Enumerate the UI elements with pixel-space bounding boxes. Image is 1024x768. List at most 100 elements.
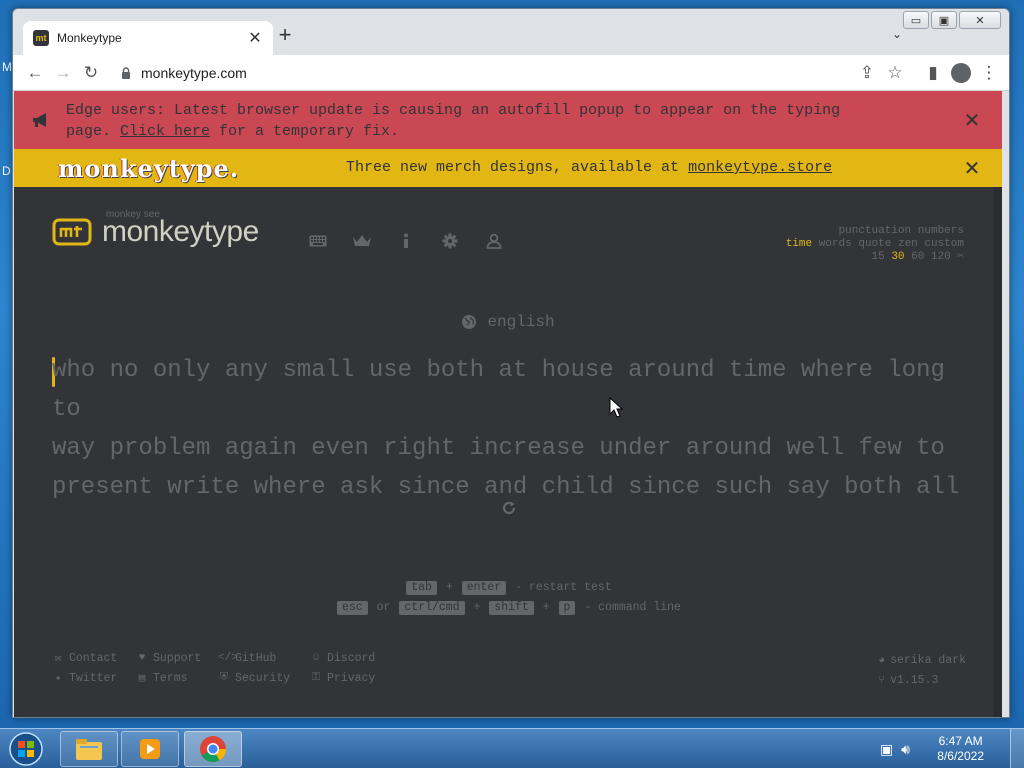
restart-hint: tab + enter - restart test [14, 581, 1002, 595]
key-p: p [558, 601, 576, 615]
merch-store-link[interactable]: monkeytype.store [688, 159, 832, 176]
maximize-button[interactable]: ▣ [931, 11, 957, 29]
temporary-fix-link[interactable]: Click here [120, 123, 210, 140]
footer-privacy[interactable]: ⚿ Privacy [310, 671, 390, 685]
lock-icon [122, 66, 130, 79]
merch-text: Three new merch designs, available at mo… [346, 159, 833, 176]
browser-toolbar: ← → ↻ monkeytype.com ⇪ ☆ ▮ ⋮ [13, 55, 1009, 91]
chrome-icon [200, 736, 227, 763]
user-icon[interactable] [484, 231, 504, 251]
start-button[interactable] [6, 731, 46, 767]
crown-icon[interactable] [352, 231, 372, 251]
merch-banner: monkeytype. Three new merch designs, ava… [14, 149, 1002, 187]
monkeytype-page: Edge users: Latest browser update is cau… [14, 91, 1002, 717]
menu-kebab-icon[interactable]: ⋮ [975, 59, 1003, 87]
config-mode-time[interactable]: time [786, 238, 812, 250]
url-text: monkeytype.com [141, 64, 247, 81]
merch-logo: monkeytype. [58, 153, 240, 183]
custom-time-wrench-icon[interactable]: ✂ [957, 251, 964, 263]
gear-icon[interactable] [440, 231, 460, 251]
footer-contact[interactable]: ✉ Contact [52, 651, 136, 666]
window-controls: ▭ ▣ ✕ [903, 11, 1001, 29]
browser-window: mt Monkeytype ✕ + ⌄ ▭ ▣ ✕ ← → ↻ monkeyty… [12, 8, 1010, 718]
version-button[interactable]: ⑂ v1.15.3 [878, 671, 966, 691]
show-desktop-button[interactable] [1010, 729, 1024, 768]
taskbar-media-player[interactable] [121, 731, 179, 767]
key-enter: enter [461, 581, 507, 595]
taskbar-explorer[interactable] [60, 731, 118, 767]
reload-button[interactable]: ↻ [77, 59, 105, 87]
command-line-hint: esc or ctrl/cmd + shift + p - command li… [14, 601, 1002, 615]
close-edge-banner-button[interactable]: ✕ [962, 110, 982, 130]
info-icon[interactable] [396, 231, 416, 251]
browser-tab[interactable]: mt Monkeytype ✕ [23, 21, 273, 55]
document-icon: ▤ [138, 673, 146, 685]
tab-search-button[interactable]: ⌄ [889, 27, 905, 43]
footer-support[interactable]: ♥ Support [136, 651, 218, 665]
config-punctuation[interactable]: punctuation [839, 225, 912, 237]
words-line: way problem again even right increase un… [52, 435, 945, 462]
minimize-button[interactable]: ▭ [903, 11, 929, 29]
footer-security[interactable]: ⛨ Security [218, 671, 310, 685]
language-selector[interactable]: english [14, 313, 1002, 331]
network-icon[interactable]: ▣ [880, 741, 893, 758]
new-tab-button[interactable]: + [275, 24, 295, 46]
keyboard-icon[interactable] [308, 231, 328, 251]
media-player-icon [140, 739, 160, 759]
words-area[interactable]: who no only any small use both at house … [52, 351, 962, 507]
tab-close-icon[interactable]: ✕ [247, 28, 263, 48]
lock-icon: ⚿ [311, 672, 321, 684]
system-tray: ▣ 🔊︎ [880, 741, 910, 758]
volume-icon[interactable]: 🔊︎ [901, 741, 910, 758]
close-merch-banner-button[interactable]: ✕ [962, 158, 982, 178]
bookmark-star-icon[interactable]: ☆ [881, 59, 909, 87]
config-mode-zen[interactable]: zen [898, 238, 918, 250]
share-icon[interactable]: ⇪ [853, 59, 881, 87]
footer-github[interactable]: </> GitHub [218, 651, 310, 665]
side-panel-icon[interactable]: ▮ [919, 59, 947, 87]
theme-button[interactable]: ◕ serika dark [878, 651, 966, 671]
footer-twitter[interactable]: ✦ Twitter [52, 671, 136, 686]
discord-icon: ☺ [312, 652, 320, 664]
envelope-icon: ✉ [54, 653, 62, 665]
footer-discord[interactable]: ☺ Discord [310, 651, 390, 665]
footer-terms[interactable]: ▤ Terms [136, 671, 218, 686]
profile-avatar-icon [951, 62, 971, 83]
top-nav [308, 231, 504, 251]
folder-icon [76, 739, 102, 760]
key-tab: tab [406, 581, 437, 595]
config-time-15[interactable]: 15 [872, 251, 885, 263]
palette-icon: ◕ [878, 654, 886, 667]
config-mode-quote[interactable]: quote [858, 238, 891, 250]
brand-name: monkeytype [102, 215, 259, 248]
back-button[interactable]: ← [21, 59, 49, 87]
desktop-edge-text: D [2, 164, 11, 178]
config-time-60[interactable]: 60 [911, 251, 924, 263]
site-logo[interactable]: monkey see monkeytype [52, 209, 259, 249]
code-branch-icon: ⑂ [878, 674, 886, 687]
restart-icon [502, 501, 516, 515]
edge-warning-text: Edge users: Latest browser update is cau… [66, 102, 841, 140]
donate-icon: ♥ [138, 652, 146, 664]
mouse-pointer-icon [609, 397, 623, 418]
brand-tagline: monkey see [106, 209, 160, 220]
favicon-icon: mt [33, 30, 49, 46]
edge-warning-banner: Edge users: Latest browser update is cau… [14, 91, 1002, 149]
window-close-button[interactable]: ✕ [959, 11, 1001, 29]
page-scrollbar[interactable] [994, 187, 1002, 717]
forward-button[interactable]: → [49, 59, 77, 87]
taskbar-clock[interactable]: 6:47 AM 8/6/2022 [937, 734, 984, 764]
profile-button[interactable] [947, 59, 975, 87]
config-mode-words[interactable]: words [819, 238, 852, 250]
address-bar[interactable]: monkeytype.com [113, 59, 643, 87]
config-time-120[interactable]: 120 [931, 251, 951, 263]
config-mode-custom[interactable]: custom [924, 238, 964, 250]
footer-links: ✉ Contact ♥ Support </> GitHub ☺ Discord ✦ Tw… [52, 651, 390, 686]
words-line: who no only any small use both at house … [52, 357, 945, 423]
test-config: punctuation numbers time words quote zen… [786, 225, 964, 264]
restart-test-button[interactable] [498, 497, 520, 519]
taskbar-chrome[interactable] [184, 731, 242, 767]
shield-icon: ⛨ [219, 672, 229, 684]
config-time-30[interactable]: 30 [891, 251, 904, 263]
config-numbers[interactable]: numbers [918, 225, 964, 237]
